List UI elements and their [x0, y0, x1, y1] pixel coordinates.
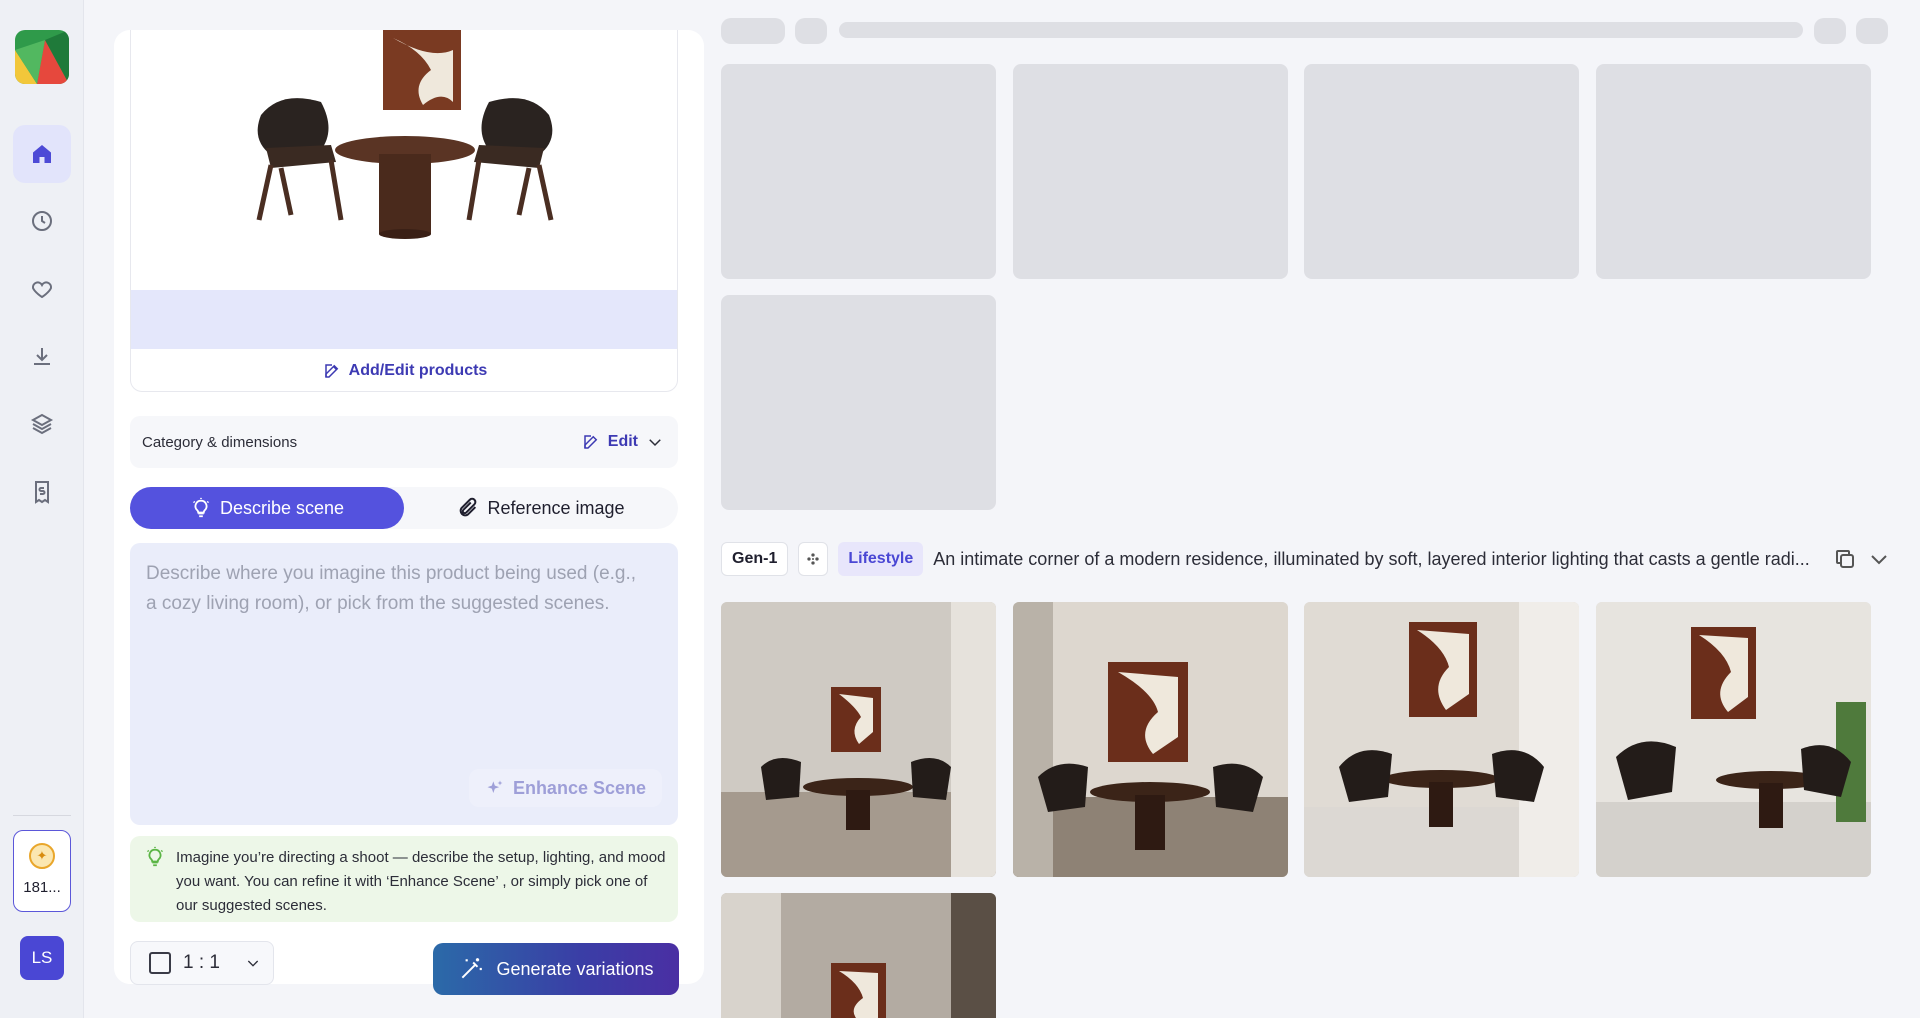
category-edit-button[interactable]: Edit: [582, 433, 664, 451]
home-icon: [33, 145, 51, 163]
skeleton-chip: [1856, 18, 1888, 44]
scene-description-input[interactable]: Describe where you imagine this product …: [130, 543, 678, 825]
skeleton-chip: [1814, 18, 1846, 44]
skeleton-thumbnail: [721, 295, 996, 510]
enhance-scene-label: Enhance Scene: [512, 777, 646, 798]
category-edit-label: Edit: [607, 433, 638, 450]
tab-describe-scene[interactable]: Describe scene: [130, 487, 404, 529]
chevron-down-icon[interactable]: [1867, 547, 1891, 571]
category-dimensions-label: Category & dimensions: [142, 433, 298, 451]
bulb-icon: [192, 497, 209, 518]
generated-image[interactable]: [1013, 602, 1288, 877]
skeleton-prompt: [839, 22, 1803, 38]
generated-image[interactable]: [721, 602, 996, 877]
sidebar-item-history[interactable]: [13, 192, 71, 250]
skeleton-chip: [721, 18, 785, 44]
receipt-icon: [35, 481, 49, 504]
tab-describe-scene-label: Describe scene: [219, 497, 345, 518]
sidebar-item-favorites[interactable]: [13, 260, 71, 318]
tip-banner: Imagine you’re directing a shoot — descr…: [130, 836, 678, 922]
layers-icon: [30, 413, 54, 435]
generate-variations-button[interactable]: Generate variations: [433, 943, 679, 995]
product-image: [131, 30, 677, 290]
brand-logo[interactable]: [15, 30, 69, 84]
credits-button[interactable]: ✦ 181...: [13, 830, 71, 912]
sidebar-item-home[interactable]: [13, 125, 71, 183]
aspect-ratio-select[interactable]: 1 : 1: [130, 941, 274, 985]
add-edit-products-button[interactable]: Add/Edit products: [131, 349, 677, 391]
generated-image[interactable]: [1596, 602, 1871, 877]
skeleton-thumbnail: [1304, 64, 1579, 279]
edit-icon: [584, 435, 598, 449]
square-ratio-icon: [149, 952, 171, 974]
skeleton-thumbnail: [721, 64, 996, 279]
scene-description-placeholder: Describe where you imagine this product …: [146, 563, 637, 614]
sidebar: ✦ 181... LS: [0, 0, 84, 1018]
heart-icon: [31, 281, 53, 299]
sidebar-item-layers[interactable]: [13, 395, 71, 453]
download-icon: [34, 348, 50, 365]
generation-prompt: An intimate corner of a modern residence…: [933, 548, 1810, 569]
category-dimensions-row[interactable]: Category & dimensions Edit: [130, 416, 678, 468]
generate-variations-label: Generate variations: [496, 958, 654, 979]
chevron-down-icon: [247, 960, 259, 967]
scene-mode-tabs: Describe scene Reference image: [130, 487, 678, 529]
skeleton-thumbnail: [1013, 64, 1288, 279]
sidebar-divider: [13, 815, 71, 816]
sidebar-item-billing[interactable]: [13, 463, 71, 521]
sparkle-icon: [487, 780, 503, 793]
model-icon[interactable]: [798, 542, 829, 576]
generation-label: Gen-1: [721, 542, 789, 576]
sidebar-item-downloads[interactable]: [13, 328, 71, 386]
magic-wand-icon: [462, 958, 483, 979]
tab-reference-image[interactable]: Reference image: [404, 487, 678, 529]
paperclip-icon: [460, 497, 477, 517]
copy-icon[interactable]: [1833, 547, 1857, 571]
style-badge: Lifestyle: [838, 542, 924, 576]
aspect-ratio-value: 1 : 1: [183, 952, 220, 973]
coin-icon: ✦: [29, 843, 55, 869]
add-edit-products-label: Add/Edit products: [348, 361, 488, 379]
tip-text: Imagine you’re directing a shoot — descr…: [176, 849, 666, 914]
product-thumbnail-strip: [131, 290, 677, 349]
product-card: Add/Edit products: [130, 30, 678, 392]
clock-icon: [32, 211, 52, 231]
chevron-down-icon: [649, 439, 661, 447]
skeleton-chip: [795, 18, 827, 44]
generated-image[interactable]: [721, 893, 996, 1018]
edit-icon: [324, 363, 338, 378]
avatar[interactable]: LS: [20, 936, 64, 980]
scene-builder-panel: Add/Edit products Category & dimensions …: [114, 30, 704, 995]
credits-value: 181...: [23, 879, 61, 896]
enhance-scene-button[interactable]: Enhance Scene: [468, 769, 662, 807]
generated-image[interactable]: [1304, 602, 1579, 877]
generation-header: Gen-1 Lifestyle An intimate corner of a …: [721, 540, 1891, 578]
skeleton-thumbnail: [1596, 64, 1871, 279]
bulb-icon: [147, 846, 163, 867]
tab-reference-image-label: Reference image: [487, 497, 625, 518]
